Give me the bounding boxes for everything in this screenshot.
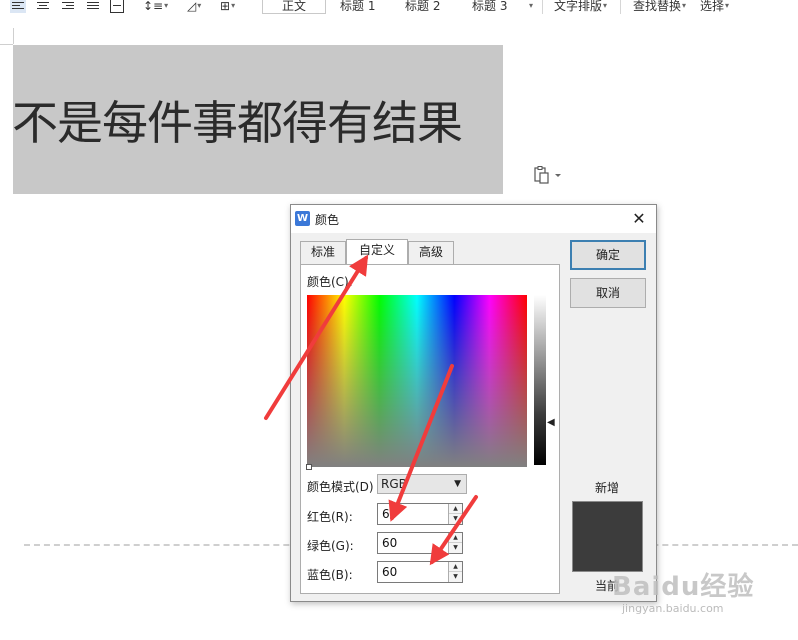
watermark-url: jingyan.baidu.com <box>622 602 724 615</box>
align-center-icon[interactable] <box>35 0 51 13</box>
chevron-down-icon: ▾ <box>603 1 608 10</box>
style-normal[interactable]: 正文 <box>262 0 326 14</box>
distributed-align-icon[interactable] <box>110 0 124 13</box>
decrement-icon[interactable]: ▼ <box>449 543 462 553</box>
cancel-button[interactable]: 取消 <box>570 278 646 308</box>
wps-writer-icon: W <box>295 211 310 226</box>
toolbar-divider <box>542 0 543 14</box>
color-label: 颜色(C): <box>307 275 353 289</box>
style-heading-1[interactable]: 标题 1 <box>340 0 375 14</box>
increment-icon[interactable]: ▲ <box>449 533 462 543</box>
color-model-select[interactable]: RGB ▼ <box>377 474 467 494</box>
dropdown-arrow-icon: ▼ <box>454 479 461 489</box>
find-replace-button[interactable]: 查找替换▾ <box>633 0 686 14</box>
justify-icon[interactable] <box>85 0 101 13</box>
document-heading[interactable]: 不是每件事都得有结果 <box>12 92 463 154</box>
stepper-arrows: ▲ ▼ <box>448 533 462 553</box>
tab-advanced[interactable]: 高级 <box>408 241 454 264</box>
color-model-label: 颜色模式(D) <box>307 480 374 494</box>
stepper-arrows: ▲ ▼ <box>448 504 462 524</box>
style-heading-3[interactable]: 标题 3 <box>472 0 507 14</box>
green-input[interactable]: 60 <box>382 536 397 550</box>
luminance-slider-handle-icon[interactable]: ◀ <box>547 417 555 428</box>
line-spacing-icon[interactable]: ↕≡▾ <box>143 0 168 14</box>
text-layout-label: 文字排版 <box>554 0 603 13</box>
toolbar-divider <box>620 0 621 14</box>
style-more-icon[interactable]: ▾ <box>528 0 533 14</box>
align-right-icon[interactable] <box>60 0 76 13</box>
paste-options-button[interactable] <box>532 165 564 185</box>
watermark-brand: Baidu经验 <box>612 572 755 602</box>
ok-button[interactable]: 确定 <box>570 240 646 270</box>
chevron-down-icon: ▾ <box>725 1 730 10</box>
increment-icon[interactable]: ▲ <box>449 562 462 572</box>
custom-color-panel: 颜色(C): ◀ 颜色模式(D) RGB ▼ 红色(R): 60 ▲ ▼ 绿色(… <box>300 264 560 594</box>
red-input[interactable]: 60 <box>382 507 397 521</box>
green-stepper[interactable]: 60 ▲ ▼ <box>377 532 463 554</box>
chevron-down-icon: ▾ <box>682 1 687 10</box>
color-spectrum-picker[interactable] <box>307 295 527 467</box>
tab-standard[interactable]: 标准 <box>300 241 346 264</box>
dialog-title: 颜色 <box>315 213 340 227</box>
dialog-title-bar[interactable]: W 颜色 ✕ <box>291 205 656 233</box>
blue-label: 蓝色(B): <box>307 568 353 582</box>
style-heading-2[interactable]: 标题 2 <box>405 0 440 14</box>
luminance-slider[interactable] <box>534 295 546 465</box>
red-label: 红色(R): <box>307 510 353 524</box>
border-icon[interactable]: ⊞▾ <box>220 0 235 14</box>
select-label: 选择 <box>700 0 725 13</box>
color-model-value: RGB <box>381 477 407 491</box>
new-color-label: 新增 <box>595 481 620 495</box>
red-stepper[interactable]: 60 ▲ ▼ <box>377 503 463 525</box>
clipboard-icon <box>534 166 561 184</box>
decrement-icon[interactable]: ▼ <box>449 514 462 524</box>
blue-input[interactable]: 60 <box>382 565 397 579</box>
tab-custom[interactable]: 自定义 <box>346 239 408 264</box>
select-button[interactable]: 选择▾ <box>700 0 729 14</box>
align-left-icon[interactable] <box>10 0 26 13</box>
green-label: 绿色(G): <box>307 539 354 553</box>
margin-marker <box>0 44 13 45</box>
decrement-icon[interactable]: ▼ <box>449 572 462 582</box>
close-button[interactable]: ✕ <box>629 209 649 229</box>
increment-icon[interactable]: ▲ <box>449 504 462 514</box>
margin-marker <box>13 28 14 44</box>
color-dialog: W 颜色 ✕ 标准 自定义 高级 颜色(C): ◀ 颜色模式(D) RGB ▼ … <box>290 204 657 602</box>
shading-icon[interactable]: ◿▾ <box>187 0 201 14</box>
baidu-jingyan-watermark: Baidu经验 jingyan.baidu.com <box>612 558 798 628</box>
spectrum-crosshair[interactable] <box>306 464 312 470</box>
blue-stepper[interactable]: 60 ▲ ▼ <box>377 561 463 583</box>
stepper-arrows: ▲ ▼ <box>448 562 462 582</box>
ribbon-toolbar: ↕≡▾ ◿▾ ⊞▾ 正文 标题 1 标题 2 标题 3 ▾ 文字排版▾ 查找替换… <box>0 0 798 16</box>
text-layout-button[interactable]: 文字排版▾ <box>554 0 607 14</box>
find-replace-label: 查找替换 <box>633 0 682 13</box>
